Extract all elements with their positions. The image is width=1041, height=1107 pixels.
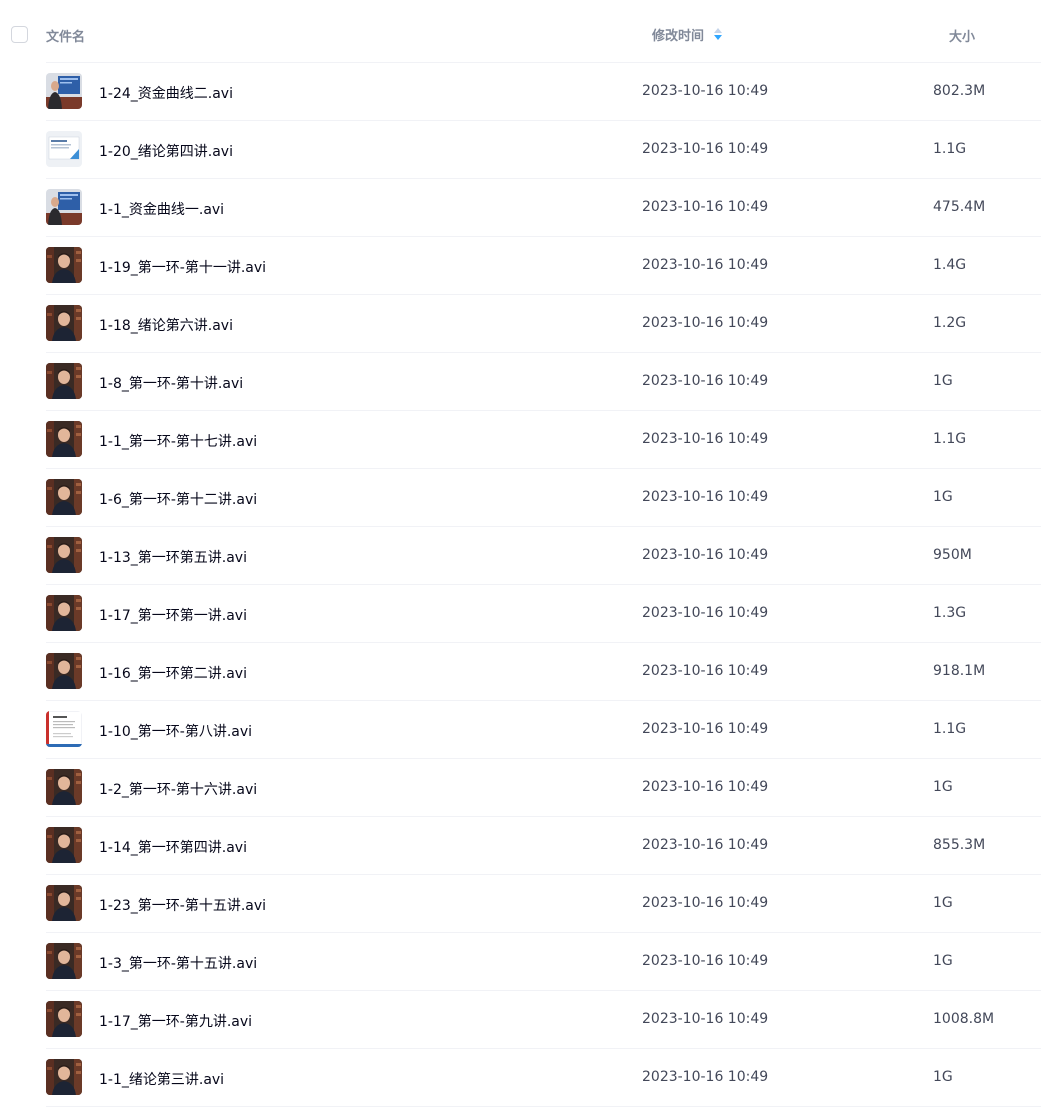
speaker-video-thumbnail[interactable] [46, 479, 82, 515]
speaker-video-thumbnail[interactable] [46, 827, 82, 863]
file-size: 918.1M [933, 663, 986, 679]
speaker-video-thumbnail[interactable] [46, 1001, 82, 1037]
file-modified-time: 2023-10-16 10:49 [642, 141, 769, 157]
file-name[interactable]: 1-19_第一环-第十一讲.avi [99, 257, 266, 277]
file-name[interactable]: 1-17_第一环第一讲.avi [99, 605, 247, 625]
file-size: 1G [933, 779, 953, 795]
speaker-video-thumbnail[interactable] [46, 363, 82, 399]
file-name[interactable]: 1-3_第一环-第十五讲.avi [99, 953, 257, 973]
column-header-time-label: 修改时间 [652, 29, 705, 44]
file-modified-time: 2023-10-16 10:49 [642, 489, 769, 505]
speaker-video-thumbnail[interactable] [46, 885, 82, 921]
file-name[interactable]: 1-16_第一环第二讲.avi [99, 663, 247, 683]
file-size: 1.1G [933, 431, 967, 447]
speaker-video-thumbnail[interactable] [46, 305, 82, 341]
file-size: 1008.8M [933, 1011, 995, 1027]
speaker-video-thumbnail[interactable] [46, 653, 82, 689]
file-row[interactable]: 1-14_第一环第四讲.avi 2023-10-16 10:49 855.3M [46, 817, 1041, 875]
presenter-screen-video-thumbnail[interactable] [46, 73, 82, 109]
file-rows: 1-24_资金曲线二.avi 2023-10-16 10:49 802.3M 1-20… [46, 63, 1041, 1107]
file-name[interactable]: 1-24_资金曲线二.avi [99, 83, 233, 103]
file-row[interactable]: 1-17_第一环-第九讲.avi 2023-10-16 10:49 1008.8M [46, 991, 1041, 1049]
file-row[interactable]: 1-8_第一环-第十讲.avi 2023-10-16 10:49 1G [46, 353, 1041, 411]
file-size: 1.1G [933, 721, 967, 737]
document-video-thumbnail[interactable] [46, 711, 82, 747]
speaker-video-thumbnail[interactable] [46, 537, 82, 573]
file-modified-time: 2023-10-16 10:49 [642, 779, 769, 795]
sort-icon[interactable] [714, 28, 723, 41]
file-row[interactable]: 1-16_第一环第二讲.avi 2023-10-16 10:49 918.1M [46, 643, 1041, 701]
file-size: 1G [933, 895, 953, 911]
file-name[interactable]: 1-8_第一环-第十讲.avi [99, 373, 243, 393]
file-size: 1G [933, 489, 953, 505]
file-row[interactable]: 1-17_第一环第一讲.avi 2023-10-16 10:49 1.3G [46, 585, 1041, 643]
file-size: 1.1G [933, 141, 967, 157]
file-modified-time: 2023-10-16 10:49 [642, 257, 769, 273]
file-name[interactable]: 1-1_第一环-第十七讲.avi [99, 431, 257, 451]
file-size: 475.4M [933, 199, 986, 215]
file-modified-time: 2023-10-16 10:49 [642, 315, 769, 331]
file-name[interactable]: 1-6_第一环-第十二讲.avi [99, 489, 257, 509]
file-name[interactable]: 1-13_第一环第五讲.avi [99, 547, 247, 567]
file-name[interactable]: 1-14_第一环第四讲.avi [99, 837, 247, 857]
speaker-video-thumbnail[interactable] [46, 1059, 82, 1095]
file-row[interactable]: 1-6_第一环-第十二讲.avi 2023-10-16 10:49 1G [46, 469, 1041, 527]
file-size: 855.3M [933, 837, 986, 853]
file-row[interactable]: 1-3_第一环-第十五讲.avi 2023-10-16 10:49 1G [46, 933, 1041, 991]
presenter-screen-video-thumbnail[interactable] [46, 189, 82, 225]
file-row[interactable]: 1-10_第一环-第八讲.avi 2023-10-16 10:49 1.1G [46, 701, 1041, 759]
file-modified-time: 2023-10-16 10:49 [642, 895, 769, 911]
speaker-video-thumbnail[interactable] [46, 943, 82, 979]
file-name[interactable]: 1-20_绪论第四讲.avi [99, 141, 233, 161]
file-size: 1.4G [933, 257, 967, 273]
column-header-name[interactable]: 文件名 [46, 26, 85, 45]
file-modified-time: 2023-10-16 10:49 [642, 1011, 769, 1027]
file-modified-time: 2023-10-16 10:49 [642, 953, 769, 969]
select-all-checkbox[interactable] [11, 26, 28, 43]
slide-video-thumbnail[interactable] [46, 131, 82, 167]
file-row[interactable]: 1-23_第一环-第十五讲.avi 2023-10-16 10:49 1G [46, 875, 1041, 933]
column-header-size[interactable]: 大小 [949, 26, 975, 45]
file-size: 802.3M [933, 83, 986, 99]
file-row[interactable]: 1-2_第一环-第十六讲.avi 2023-10-16 10:49 1G [46, 759, 1041, 817]
file-modified-time: 2023-10-16 10:49 [642, 663, 769, 679]
file-size: 1G [933, 953, 953, 969]
column-header-time[interactable]: 修改时间 [652, 25, 723, 44]
file-row[interactable]: 1-1_资金曲线一.avi 2023-10-16 10:49 475.4M [46, 179, 1041, 237]
file-name[interactable]: 1-18_绪论第六讲.avi [99, 315, 233, 335]
file-row[interactable]: 1-20_绪论第四讲.avi 2023-10-16 10:49 1.1G [46, 121, 1041, 179]
file-modified-time: 2023-10-16 10:49 [642, 721, 769, 737]
file-row[interactable]: 1-1_绪论第三讲.avi 2023-10-16 10:49 1G [46, 1049, 1041, 1107]
file-name[interactable]: 1-1_绪论第三讲.avi [99, 1069, 224, 1089]
file-modified-time: 2023-10-16 10:49 [642, 431, 769, 447]
file-name[interactable]: 1-1_资金曲线一.avi [99, 199, 224, 219]
file-list: 文件名 修改时间 大小 1-24_资金曲线二.avi 2023-10-16 10:… [0, 0, 1041, 1107]
file-modified-time: 2023-10-16 10:49 [642, 605, 769, 621]
file-row[interactable]: 1-13_第一环第五讲.avi 2023-10-16 10:49 950M [46, 527, 1041, 585]
file-size: 1G [933, 373, 953, 389]
file-size: 950M [933, 547, 972, 563]
file-name[interactable]: 1-17_第一环-第九讲.avi [99, 1011, 252, 1031]
file-size: 1.2G [933, 315, 967, 331]
file-row[interactable]: 1-1_第一环-第十七讲.avi 2023-10-16 10:49 1.1G [46, 411, 1041, 469]
file-name[interactable]: 1-2_第一环-第十六讲.avi [99, 779, 257, 799]
file-modified-time: 2023-10-16 10:49 [642, 547, 769, 563]
file-row[interactable]: 1-18_绪论第六讲.avi 2023-10-16 10:49 1.2G [46, 295, 1041, 353]
list-header: 文件名 修改时间 大小 [11, 0, 1041, 63]
file-modified-time: 2023-10-16 10:49 [642, 1069, 769, 1085]
file-modified-time: 2023-10-16 10:49 [642, 837, 769, 853]
file-name[interactable]: 1-23_第一环-第十五讲.avi [99, 895, 266, 915]
speaker-video-thumbnail[interactable] [46, 247, 82, 283]
file-name[interactable]: 1-10_第一环-第八讲.avi [99, 721, 252, 741]
file-row[interactable]: 1-24_资金曲线二.avi 2023-10-16 10:49 802.3M [46, 63, 1041, 121]
speaker-video-thumbnail[interactable] [46, 769, 82, 805]
file-size: 1G [933, 1069, 953, 1085]
speaker-video-thumbnail[interactable] [46, 421, 82, 457]
file-modified-time: 2023-10-16 10:49 [642, 373, 769, 389]
file-size: 1.3G [933, 605, 967, 621]
file-modified-time: 2023-10-16 10:49 [642, 83, 769, 99]
file-modified-time: 2023-10-16 10:49 [642, 199, 769, 215]
file-row[interactable]: 1-19_第一环-第十一讲.avi 2023-10-16 10:49 1.4G [46, 237, 1041, 295]
speaker-video-thumbnail[interactable] [46, 595, 82, 631]
